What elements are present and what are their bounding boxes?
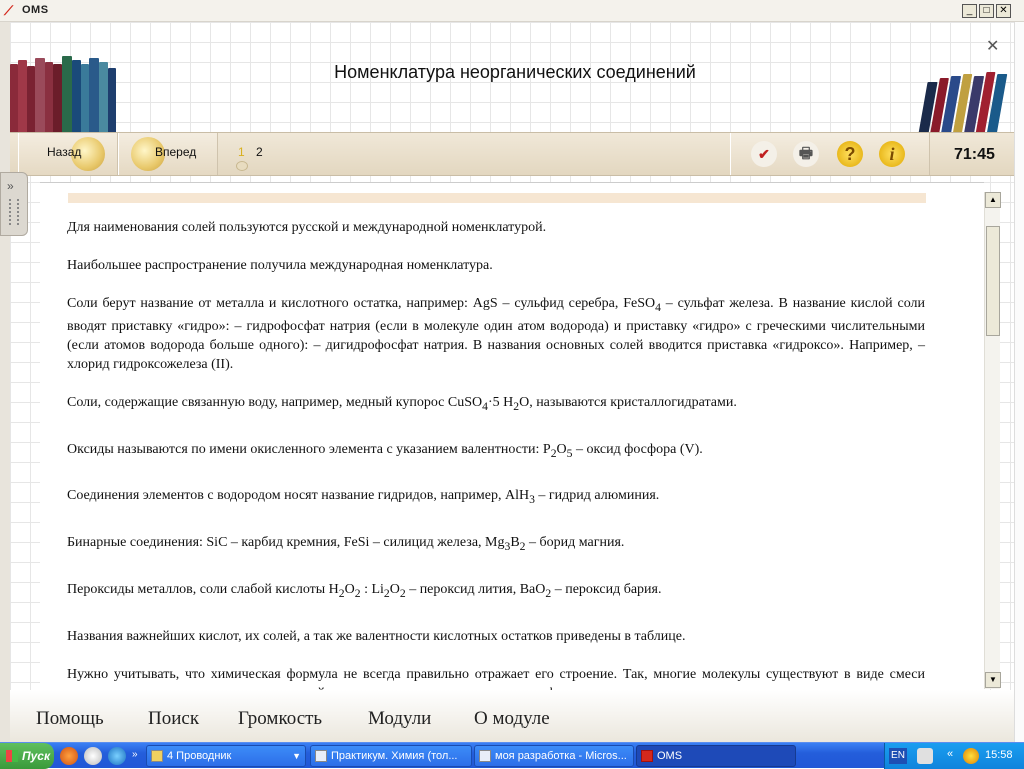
toolbar: Назад Вперед 1 2 ✔ 🖶 ? i (10, 132, 1014, 176)
start-button[interactable]: Пуск (0, 743, 54, 769)
taskbar: Пуск » 4 Проводник ▼ Практикум. Химия (т… (0, 742, 1024, 769)
task-label: 4 Проводник (167, 750, 232, 762)
paragraph: Для наименования солей пользуются русско… (67, 220, 547, 235)
page-link-1[interactable]: 1 (238, 145, 245, 159)
paragraph: Наибольшее распространение получила межд… (67, 258, 493, 273)
taskbar-word-practicum[interactable]: Практикум. Химия (тол... (310, 745, 472, 767)
timer: 71:45 (954, 146, 995, 163)
maximize-button[interactable]: □ (979, 4, 994, 18)
folder-icon (151, 750, 163, 762)
paragraph: Названия важнейших кислот, их солей, а т… (67, 628, 686, 644)
quicklaunch-expand-icon[interactable]: » (132, 749, 138, 760)
expand-arrows-icon: » (7, 179, 14, 193)
side-panel-toggle[interactable]: » (0, 172, 28, 236)
grip-icon (9, 199, 19, 225)
firefox-icon[interactable] (60, 747, 78, 765)
tray-app-icon[interactable] (963, 748, 979, 764)
minimize-button[interactable]: _ (962, 4, 977, 18)
media-player-icon[interactable] (84, 747, 102, 765)
tools-panel: ✔ 🖶 ? i (730, 133, 930, 175)
menu-about-module[interactable]: О модуле (474, 708, 550, 730)
paragraph: Соединения элементов с водородом носят н… (67, 488, 660, 507)
inner-close-button[interactable]: ✕ (986, 36, 999, 56)
article-text: Для наименования солей пользуются русско… (67, 218, 925, 722)
help-icon[interactable]: ? (837, 141, 863, 167)
task-label: OMS (657, 750, 683, 762)
word-document-icon (479, 750, 491, 762)
menu-volume[interactable]: Громкость (238, 708, 322, 730)
paragraph: Соли, содержащие связанную воду, наприме… (67, 394, 737, 413)
oms-logo-icon (641, 750, 653, 762)
system-tray: EN « 15:58 (884, 743, 1024, 769)
title-bar: ⟋ OMS _ □ ✕ (0, 0, 1024, 22)
tray-expand-icon[interactable]: « (947, 748, 953, 760)
forward-button[interactable]: Вперед (118, 133, 218, 175)
keyboard-icon[interactable] (917, 748, 933, 764)
content-header-band (68, 193, 926, 203)
menu-modules[interactable]: Модули (368, 708, 431, 730)
window-title: OMS (22, 4, 49, 16)
back-label: Назад (47, 145, 82, 159)
taskbar-oms[interactable]: OMS (636, 745, 796, 767)
current-page-indicator (236, 161, 248, 171)
forward-label: Вперед (155, 145, 197, 159)
paragraph: Оксиды называются по имени окисленного э… (67, 441, 703, 460)
page-title: Номенклатура неорганических соединений (334, 62, 696, 82)
word-document-icon (315, 750, 327, 762)
window-border (1014, 22, 1024, 742)
print-icon[interactable]: 🖶 (793, 141, 819, 167)
taskbar-explorer[interactable]: 4 Проводник ▼ (146, 745, 306, 767)
vertical-scrollbar[interactable]: ▲ ▼ (984, 192, 1001, 689)
task-label: Практикум. Химия (тол... (331, 750, 458, 762)
task-label: моя разработка - Micros... (495, 750, 627, 762)
windows-logo-icon (6, 750, 18, 762)
app-window: ⟋ OMS _ □ ✕ ✕ Номенклатура неорганически… (0, 0, 1024, 742)
paragraph: Соли берут название от металла и кислотн… (67, 296, 925, 372)
oms-logo-icon: ⟋ (4, 3, 14, 18)
menu-search[interactable]: Поиск (148, 708, 199, 730)
page-link-2[interactable]: 2 (256, 145, 263, 159)
group-dropdown-icon: ▼ (292, 751, 301, 761)
clock: 15:58 (985, 749, 1013, 761)
bookshelf-left-image (10, 56, 120, 134)
scroll-thumb[interactable] (986, 226, 1000, 336)
scroll-up-button[interactable]: ▲ (985, 192, 1001, 208)
paragraph: Пероксиды металлов, соли слабой кислоты … (67, 581, 662, 600)
paragraph: Бинарные соединения: SiC – карбид кремни… (67, 535, 625, 553)
internet-explorer-icon[interactable] (108, 747, 126, 765)
info-icon[interactable]: i (879, 141, 905, 167)
menu-help[interactable]: Помощь (36, 708, 104, 730)
back-button[interactable]: Назад (18, 133, 118, 175)
bottom-menu: Помощь Поиск Громкость Модули О модуле (10, 690, 1014, 742)
language-indicator[interactable]: EN (889, 748, 907, 764)
scroll-down-button[interactable]: ▼ (985, 672, 1001, 688)
taskbar-word-development[interactable]: моя разработка - Micros... (474, 745, 634, 767)
bookshelf-right-image (915, 72, 1011, 134)
close-button[interactable]: ✕ (996, 4, 1011, 18)
clipboard-check-icon[interactable]: ✔ (751, 141, 777, 167)
start-label: Пуск (22, 749, 51, 763)
